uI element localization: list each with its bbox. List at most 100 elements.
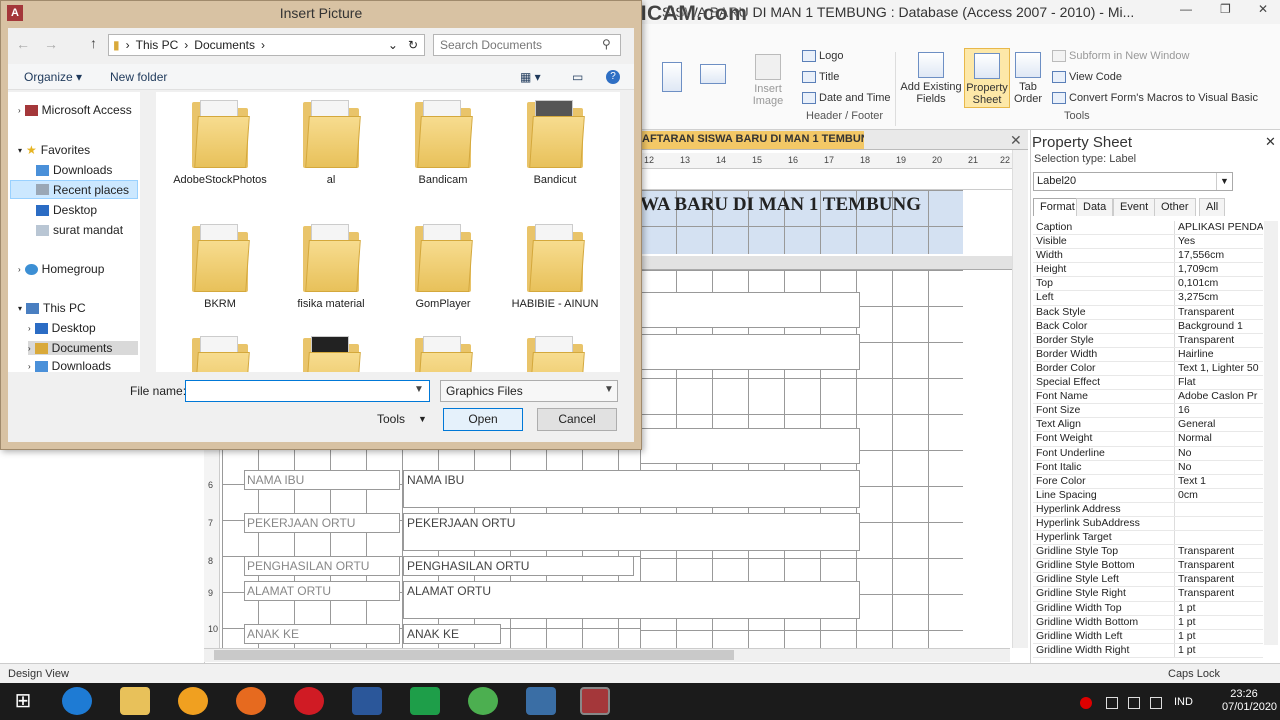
- chevron-down-icon[interactable]: ⌄: [388, 38, 398, 52]
- header-title-label[interactable]: WA BARU DI MAN 1 TEMBUNG: [640, 194, 921, 216]
- record-icon[interactable]: [1080, 697, 1092, 709]
- cancel-button[interactable]: Cancel: [537, 408, 617, 431]
- textbox-pekerjaan-ortu[interactable]: PEKERJAAN ORTU: [403, 513, 860, 551]
- breadcrumb-this-pc[interactable]: This PC: [136, 38, 179, 52]
- detail-section-bar[interactable]: [640, 256, 1012, 270]
- property-row[interactable]: Special Effect Flat: [1033, 376, 1263, 391]
- navigation-scrollbar[interactable]: [140, 92, 154, 372]
- media-player-icon[interactable]: [178, 687, 208, 715]
- word-icon[interactable]: [352, 687, 382, 715]
- tools-button[interactable]: Tools: [377, 412, 405, 426]
- folder-item[interactable]: Bandicut: [505, 100, 605, 186]
- folder-item[interactable]: AdobeStockPhotos: [170, 100, 270, 186]
- convert-macros-button[interactable]: Convert Form's Macros to Visual Basic: [1052, 92, 1258, 104]
- network-icon[interactable]: [1106, 697, 1118, 709]
- view-code-button[interactable]: View Code: [1052, 71, 1122, 83]
- file-list-scrollbar[interactable]: [620, 92, 634, 372]
- file-name-input[interactable]: [185, 380, 430, 402]
- file-type-filter[interactable]: Graphics Files: [440, 380, 618, 402]
- forward-arrow-icon[interactable]: →: [44, 36, 58, 52]
- calculator-icon[interactable]: [526, 687, 556, 715]
- property-row[interactable]: Line Spacing 0cm: [1033, 488, 1263, 503]
- title-button[interactable]: Title: [802, 71, 839, 83]
- nav-recent-places[interactable]: Recent places: [10, 180, 138, 199]
- property-row[interactable]: Hyperlink Address: [1033, 502, 1263, 517]
- property-row[interactable]: Border Style Transparent: [1033, 333, 1263, 348]
- property-row[interactable]: Back Style Transparent: [1033, 305, 1263, 320]
- chrome-icon[interactable]: [468, 687, 498, 715]
- textbox-anak-ke[interactable]: ANAK KE: [403, 624, 501, 644]
- minimize-icon[interactable]: —: [1180, 2, 1192, 16]
- preview-pane-icon[interactable]: ▭: [572, 70, 583, 84]
- text-box-field[interactable]: [640, 292, 860, 328]
- property-value[interactable]: Yes: [1175, 235, 1263, 248]
- property-value[interactable]: 1 pt: [1175, 616, 1263, 629]
- property-row[interactable]: Font Weight Normal: [1033, 432, 1263, 447]
- textbox-nama-ibu[interactable]: NAMA IBU: [403, 470, 860, 508]
- property-value[interactable]: 0cm: [1175, 489, 1263, 502]
- ps-tab-event[interactable]: Event: [1113, 198, 1156, 216]
- property-row[interactable]: Font Size 16: [1033, 404, 1263, 419]
- nav-favorites[interactable]: ▾ ★ Favorites: [18, 143, 90, 157]
- battery-icon[interactable]: [1128, 697, 1140, 709]
- property-row[interactable]: Gridline Width Left 1 pt: [1033, 629, 1263, 644]
- property-value[interactable]: Text 1, Lighter 50: [1175, 362, 1263, 375]
- close-icon[interactable]: ✕: [1258, 2, 1268, 16]
- firefox-icon[interactable]: [236, 687, 266, 715]
- text-box-field[interactable]: [640, 334, 860, 370]
- property-sheet-close-icon[interactable]: ✕: [1265, 134, 1276, 150]
- search-icon[interactable]: ⚲: [602, 37, 611, 51]
- nav-downloads[interactable]: Downloads: [36, 163, 112, 177]
- nav-homegroup[interactable]: › Homegroup: [18, 262, 104, 276]
- folder-item[interactable]: fisika material: [281, 224, 381, 310]
- property-value[interactable]: 3,275cm: [1175, 291, 1263, 304]
- tab-order-button[interactable]: Tab Order: [1012, 52, 1044, 105]
- property-row[interactable]: Gridline Style Top Transparent: [1033, 545, 1263, 560]
- property-value[interactable]: Normal: [1175, 432, 1263, 445]
- property-row[interactable]: Back Color Background 1: [1033, 319, 1263, 334]
- textbox-penghasilan-ortu[interactable]: PENGHASILAN ORTU: [403, 556, 634, 576]
- nav-pc-downloads[interactable]: › Downloads: [28, 360, 111, 372]
- property-value[interactable]: Transparent: [1175, 573, 1263, 586]
- folder-item[interactable]: HABIBIE - AINUN: [505, 224, 605, 310]
- subform-button[interactable]: Subform in New Window: [1052, 50, 1189, 62]
- property-value[interactable]: General: [1175, 418, 1263, 431]
- ps-tab-data[interactable]: Data: [1076, 198, 1114, 216]
- folder-item[interactable]: [281, 336, 381, 372]
- ps-tab-all[interactable]: All: [1199, 198, 1226, 216]
- date-time-button[interactable]: Date and Time: [802, 92, 891, 104]
- volume-icon[interactable]: [1150, 697, 1162, 709]
- breadcrumb-documents[interactable]: Documents: [194, 38, 255, 52]
- property-value[interactable]: 17,556cm: [1175, 249, 1263, 262]
- tray-language[interactable]: IND: [1174, 696, 1193, 708]
- nav-this-pc[interactable]: ▾ This PC: [18, 301, 86, 315]
- property-value[interactable]: Transparent: [1175, 559, 1263, 572]
- property-sheet-button[interactable]: Property Sheet: [964, 48, 1010, 108]
- horizontal-scrollbar-thumb[interactable]: [214, 650, 734, 660]
- insert-image-button[interactable]: Insert Image: [748, 54, 788, 107]
- folder-item[interactable]: [170, 336, 270, 372]
- property-value[interactable]: 0,101cm: [1175, 277, 1263, 290]
- opera-icon[interactable]: [294, 687, 324, 715]
- logo-button[interactable]: Logo: [802, 50, 843, 62]
- chevron-down-icon[interactable]: ▼: [414, 384, 424, 395]
- label-alamat-ortu[interactable]: ALAMAT ORTU: [244, 581, 400, 601]
- add-existing-fields-button[interactable]: Add Existing Fields: [898, 52, 964, 105]
- property-row[interactable]: Hyperlink Target: [1033, 531, 1263, 546]
- property-row[interactable]: Font Underline No: [1033, 446, 1263, 461]
- restore-icon[interactable]: ❐: [1220, 2, 1231, 16]
- property-row[interactable]: Font Name Adobe Caslon Pr: [1033, 390, 1263, 405]
- property-row[interactable]: Gridline Style Left Transparent: [1033, 573, 1263, 588]
- selection-dropdown[interactable]: Label20 ▼: [1033, 172, 1233, 191]
- property-row[interactable]: Font Italic No: [1033, 460, 1263, 475]
- address-bar[interactable]: ▮ › This PC › Documents › ⌄ ↻: [108, 34, 425, 56]
- property-row[interactable]: Gridline Width Right 1 pt: [1033, 643, 1263, 658]
- new-folder-button[interactable]: New folder: [110, 70, 167, 84]
- access-taskbar-icon[interactable]: [580, 687, 610, 715]
- up-arrow-icon[interactable]: ↑: [90, 35, 97, 51]
- property-value[interactable]: Text 1: [1175, 475, 1263, 488]
- property-value[interactable]: [1175, 531, 1263, 544]
- search-input[interactable]: Search Documents: [433, 34, 621, 56]
- back-arrow-icon[interactable]: ←: [16, 36, 30, 52]
- property-row[interactable]: Gridline Width Top 1 pt: [1033, 601, 1263, 616]
